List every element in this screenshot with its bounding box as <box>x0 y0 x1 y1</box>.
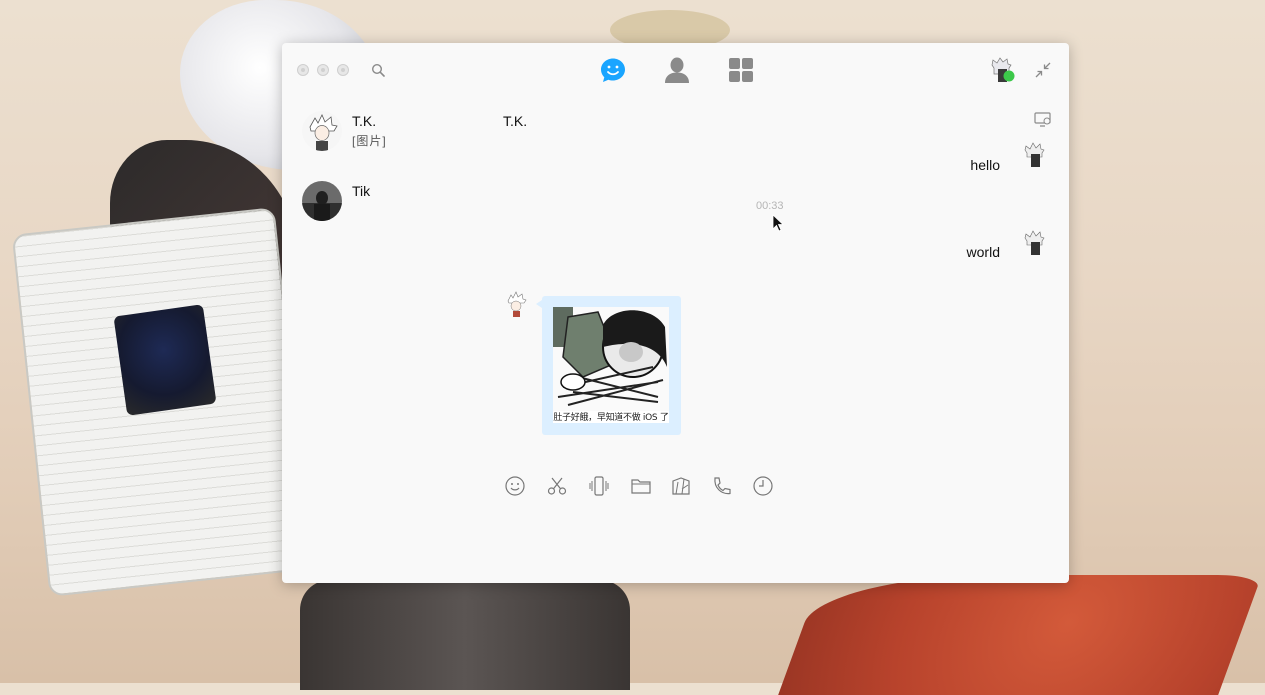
contact-item-tk[interactable]: T.K. [图片] <box>302 111 502 155</box>
wallpaper-red-cloth <box>778 575 1262 695</box>
history-icon[interactable] <box>752 475 774 497</box>
contact-avatar <box>302 111 342 151</box>
chat-window: T.K. [图片] Tik T.K. hello 00:33 world 肚子好… <box>282 43 1069 583</box>
outgoing-message-text: hello <box>970 157 1000 173</box>
wallpaper-character-legs <box>300 580 630 690</box>
sticker-caption: 肚子好餓，早知道不做 iOS 了 <box>553 413 669 423</box>
contact-item-tik[interactable]: Tik <box>302 181 502 225</box>
emoji-icon[interactable] <box>504 475 526 497</box>
contact-preview: [图片] <box>352 134 387 148</box>
sticker-image[interactable]: 肚子好餓，早知道不做 iOS 了 <box>553 307 669 423</box>
sender-avatar <box>1024 230 1045 255</box>
photo-avatar-icon <box>302 181 342 221</box>
image-message-bubble[interactable]: 肚子好餓，早知道不做 iOS 了 <box>536 296 681 435</box>
collapse-window-icon[interactable] <box>1034 61 1052 79</box>
chat-bubble-icon[interactable] <box>599 56 627 84</box>
user-avatar[interactable] <box>988 56 1016 84</box>
sender-avatar <box>1024 142 1045 167</box>
shake-icon[interactable] <box>588 475 610 497</box>
minimize-window-button[interactable] <box>317 64 329 76</box>
meme-illustration-icon <box>553 307 669 411</box>
grid-icon[interactable] <box>727 56 755 84</box>
search-icon[interactable] <box>371 63 385 77</box>
zoom-window-button[interactable] <box>337 64 349 76</box>
folder-icon[interactable] <box>630 475 652 497</box>
scissors-icon[interactable] <box>546 475 568 497</box>
person-icon[interactable] <box>663 56 691 84</box>
contact-avatar <box>302 181 342 221</box>
sticker-icon[interactable] <box>670 475 692 497</box>
online-status-icon <box>1003 70 1015 82</box>
screen-share-icon[interactable] <box>1034 112 1052 127</box>
wallpaper-newspaper-photo <box>113 304 217 416</box>
contact-avatar-small <box>507 291 527 317</box>
contact-name: T.K. <box>352 113 377 129</box>
message-timestamp: 00:33 <box>756 200 784 212</box>
phone-icon[interactable] <box>710 475 732 497</box>
close-window-button[interactable] <box>297 64 309 76</box>
chat-title: T.K. <box>503 113 528 129</box>
anime-avatar-icon <box>302 111 342 151</box>
mouse-cursor-icon <box>772 214 784 232</box>
contact-name: Tik <box>352 183 371 199</box>
outgoing-message-text: world <box>966 244 1000 260</box>
